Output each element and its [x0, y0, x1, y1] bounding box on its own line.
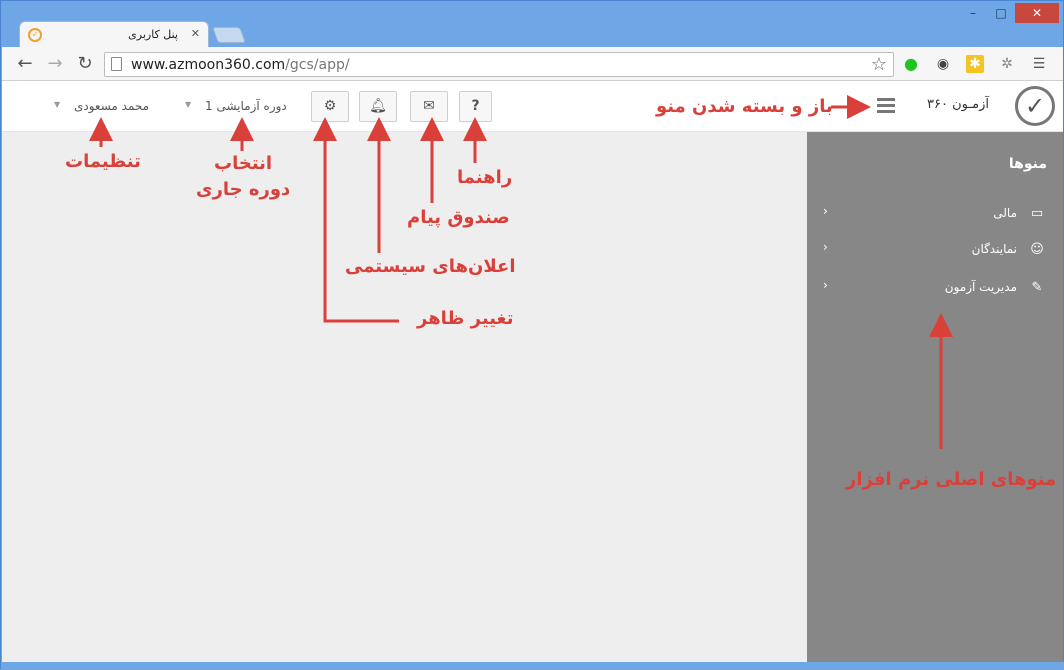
chrome-menu-icon[interactable]: ☰ — [1030, 55, 1048, 73]
new-tab-button[interactable] — [212, 27, 246, 43]
tab-favicon-icon: ✓ — [28, 28, 42, 42]
address-bar[interactable]: www.azmoon360.com/gcs/app/ ☆ — [104, 52, 894, 77]
sidebar-item-agents[interactable]: ☺ نمایندگان › — [807, 238, 1063, 268]
back-icon[interactable]: ← — [14, 53, 36, 74]
brand-name: آزمـون ۳۶۰ — [926, 97, 989, 112]
forward-icon[interactable]: → — [44, 53, 66, 74]
sidebar-title: منوها — [1008, 156, 1047, 172]
page-icon — [111, 57, 122, 71]
annotation-period-line2: دوره جاری — [196, 179, 291, 200]
chevron-left-icon: › — [823, 240, 828, 254]
annotation-notifications: اعلان‌های سیستمی — [345, 256, 516, 277]
maximize-button[interactable]: □ — [987, 3, 1015, 23]
minimize-button[interactable]: – — [959, 3, 987, 23]
sidebar-item-exam-management[interactable]: ✎ مدیریت آزمون › — [807, 276, 1063, 306]
annotation-settings: تنظیمات — [65, 151, 141, 172]
envelope-icon: ✉ — [423, 98, 435, 114]
notifications-button[interactable]: 🔔︎ — [359, 91, 397, 122]
sidebar-item-finance[interactable]: ▭ مالی › — [807, 202, 1063, 232]
gear-extension-icon[interactable]: ✲ — [998, 55, 1016, 73]
sidebar: منوها ▭ مالی › ☺ نمایندگان › ✎ مدیریت آز… — [807, 132, 1063, 662]
sidebar-item-label: مالی — [993, 206, 1017, 220]
chevron-left-icon: › — [823, 204, 828, 218]
green-extension-icon[interactable]: ● — [902, 55, 920, 73]
period-select[interactable]: دوره آزمایشی 1 — [205, 99, 287, 113]
help-button[interactable]: ? — [459, 91, 492, 122]
annotation-main-menus: منوهای اصلی نرم افزار — [846, 469, 1057, 490]
edit-icon: ✎ — [1031, 280, 1043, 295]
annotation-theme: تغییر ظاهر — [417, 308, 514, 329]
tab-close-icon[interactable]: ✕ — [191, 27, 200, 40]
reload-icon[interactable]: ↻ — [74, 53, 96, 74]
annotation-period-line1: انتخاب — [214, 153, 273, 174]
bookmark-star-icon[interactable]: ☆ — [871, 54, 887, 75]
annotation-inbox: صندوق پیام — [407, 207, 510, 228]
logo-check-icon: ✓ — [1015, 86, 1055, 126]
close-window-button[interactable]: ✕ — [1015, 3, 1059, 23]
tab-title: پنل کاربری — [128, 28, 178, 41]
browser-toolbar: ← → ↻ www.azmoon360.com/gcs/app/ ☆ ● ◉ ✱… — [2, 47, 1063, 81]
user-menu[interactable]: محمد مسعودی — [74, 99, 149, 113]
users-icon: ☺ — [1030, 242, 1044, 257]
inbox-button[interactable]: ✉ — [410, 91, 448, 122]
sidebar-item-label: مدیریت آزمون — [944, 280, 1017, 294]
window-controls: – □ ✕ — [959, 3, 1059, 23]
app-page: ✓ آزمـون ۳۶۰ ? ✉ 🔔︎ ⚙ دوره آزمایشی 1 ▼ م… — [2, 81, 1063, 662]
url-text: www.azmoon360.com/gcs/app/ — [131, 57, 350, 73]
browser-window: – □ ✕ ✓ پنل کاربری ✕ ← → ↻ www.azmoon360… — [0, 0, 1064, 670]
film-extension-icon[interactable]: ◉ — [934, 55, 952, 73]
menu-toggle-icon[interactable] — [877, 98, 895, 113]
theme-button[interactable]: ⚙ — [311, 91, 349, 122]
period-caret-icon[interactable]: ▼ — [185, 100, 191, 109]
browser-tab[interactable]: ✓ پنل کاربری ✕ — [19, 21, 209, 47]
user-caret-icon[interactable]: ▼ — [54, 100, 60, 109]
star-extension-icon[interactable]: ✱ — [966, 55, 984, 73]
sidebar-item-label: نمایندگان — [971, 242, 1017, 256]
annotation-help: راهنما — [457, 167, 513, 188]
credit-card-icon: ▭ — [1030, 206, 1044, 221]
bell-icon: 🔔︎ — [369, 98, 387, 114]
annotation-menu-toggle: باز و بسته شدن منو — [656, 96, 833, 117]
chevron-left-icon: › — [823, 278, 828, 292]
app-header: ✓ آزمـون ۳۶۰ ? ✉ 🔔︎ ⚙ دوره آزمایشی 1 ▼ م… — [2, 81, 1063, 132]
gear-icon: ⚙ — [323, 98, 337, 114]
